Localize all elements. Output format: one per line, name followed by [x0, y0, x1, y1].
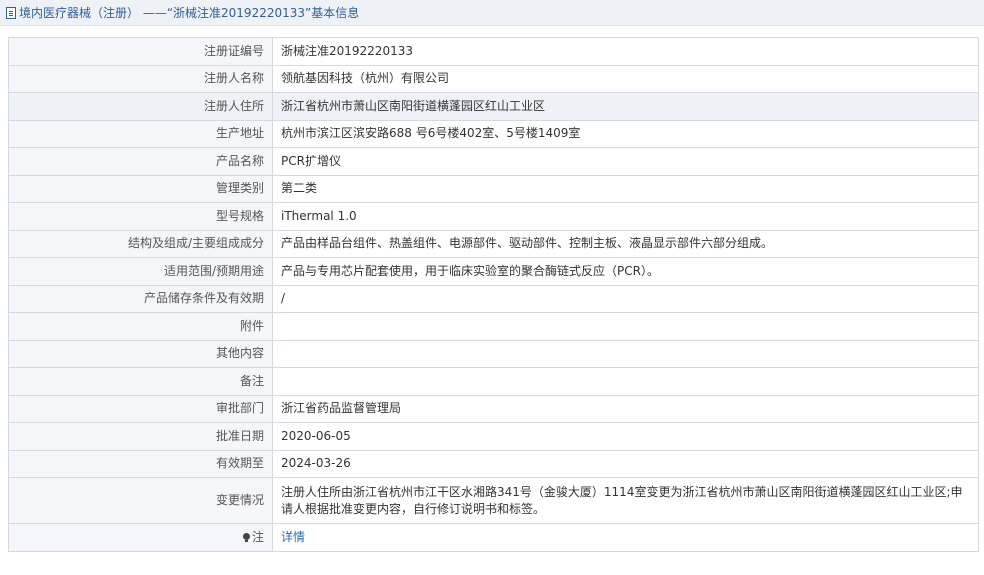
table-row: 注册人名称 领航基因科技（杭州）有限公司 [8, 64, 979, 93]
table-row: 管理类别 第二类 [8, 174, 979, 203]
row-label: 注册证编号 [8, 37, 273, 66]
table-row: 批准日期 2020-06-05 [8, 422, 979, 451]
table-row: 变更情况 注册人住所由浙江省杭州市江干区水湘路341号（金骏大厦）1114室变更… [8, 477, 979, 524]
row-value: 浙江省药品监督管理局 [272, 394, 979, 423]
row-value: 注册人住所由浙江省杭州市江干区水湘路341号（金骏大厦）1114室变更为浙江省杭… [272, 477, 979, 524]
table-row: 附件 [8, 312, 979, 341]
table-row: 结构及组成/主要组成成分 产品由样品台组件、热盖组件、电源部件、驱动部件、控制主… [8, 229, 979, 258]
row-label: 型号规格 [8, 202, 273, 231]
details-link[interactable]: 详情 [281, 530, 305, 544]
row-label: 备注 [8, 367, 273, 396]
row-label: 审批部门 [8, 394, 273, 423]
page-header: 境内医疗器械（注册） ——“浙械注准20192220133”基本信息 [0, 0, 984, 26]
row-value: 产品与专用芯片配套使用，用于临床实验室的聚合酶链式反应（PCR）。 [272, 257, 979, 286]
row-label: 产品名称 [8, 147, 273, 176]
row-value [272, 312, 979, 341]
row-value: 杭州市滨江区滨安路688 号6号楼402室、5号楼1409室 [272, 119, 979, 148]
table-row: 注册人住所 浙江省杭州市萧山区南阳街道横蓬园区红山工业区 [8, 92, 979, 121]
row-label: 其他内容 [8, 339, 273, 368]
row-label: 注册人住所 [8, 92, 273, 121]
page-title: 境内医疗器械（注册） ——“浙械注准20192220133”基本信息 [19, 6, 360, 20]
table-row: 适用范围/预期用途 产品与专用芯片配套使用，用于临床实验室的聚合酶链式反应（PC… [8, 257, 979, 286]
row-value [272, 367, 979, 396]
row-label: 生产地址 [8, 119, 273, 148]
row-value: 产品由样品台组件、热盖组件、电源部件、驱动部件、控制主板、液晶显示部件六部分组成… [272, 229, 979, 258]
table-row: 审批部门 浙江省药品监督管理局 [8, 394, 979, 423]
row-value: 领航基因科技（杭州）有限公司 [272, 64, 979, 93]
row-label: 结构及组成/主要组成成分 [8, 229, 273, 258]
info-table-wrapper: 注册证编号 浙械注准20192220133 注册人名称 领航基因科技（杭州）有限… [8, 37, 979, 552]
row-value: 第二类 [272, 174, 979, 203]
info-table: 注册证编号 浙械注准20192220133 注册人名称 领航基因科技（杭州）有限… [8, 37, 979, 552]
row-value: PCR扩增仪 [272, 147, 979, 176]
row-value: iThermal 1.0 [272, 202, 979, 231]
row-value [272, 339, 979, 368]
table-row: 有效期至 2024-03-26 [8, 449, 979, 478]
row-label: 批准日期 [8, 422, 273, 451]
row-value: 2024-03-26 [272, 449, 979, 478]
table-row: 型号规格 iThermal 1.0 [8, 202, 979, 231]
row-value: 2020-06-05 [272, 422, 979, 451]
row-label: 有效期至 [8, 449, 273, 478]
note-value-cell: 详情 [272, 523, 979, 552]
row-label: 管理类别 [8, 174, 273, 203]
lightbulb-icon [242, 532, 250, 542]
row-label: 适用范围/预期用途 [8, 257, 273, 286]
table-row-note: 注 详情 [8, 523, 979, 552]
row-label: 附件 [8, 312, 273, 341]
note-label-cell: 注 [8, 523, 273, 552]
table-row: 备注 [8, 367, 979, 396]
row-label: 产品储存条件及有效期 [8, 284, 273, 313]
row-value: 浙械注准20192220133 [272, 37, 979, 66]
row-label: 注册人名称 [8, 64, 273, 93]
note-label: 注 [251, 529, 264, 544]
table-row: 生产地址 杭州市滨江区滨安路688 号6号楼402室、5号楼1409室 [8, 119, 979, 148]
row-label: 变更情况 [8, 477, 273, 524]
document-icon [6, 6, 16, 19]
table-row: 注册证编号 浙械注准20192220133 [8, 37, 979, 66]
table-row: 产品名称 PCR扩增仪 [8, 147, 979, 176]
row-value: 浙江省杭州市萧山区南阳街道横蓬园区红山工业区 [272, 92, 979, 121]
table-row: 其他内容 [8, 339, 979, 368]
row-value: / [272, 284, 979, 313]
table-row: 产品储存条件及有效期 / [8, 284, 979, 313]
